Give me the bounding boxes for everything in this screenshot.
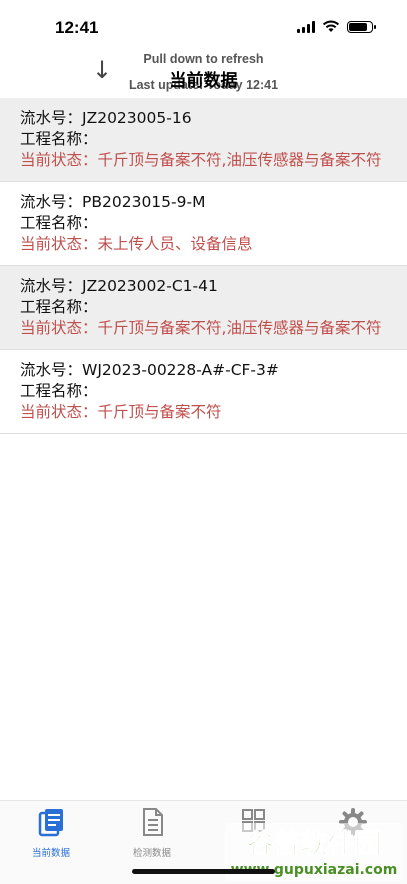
- refresh-hint: Pull down to refresh: [143, 52, 264, 66]
- status-label: 当前状态：: [20, 235, 98, 253]
- status-value: 千斤顶与备案不符: [97, 403, 222, 421]
- serial-label: 流水号：: [20, 193, 83, 211]
- serial-label: 流水号：: [20, 277, 83, 295]
- project-label: 工程名称：: [20, 130, 98, 148]
- status-icons: [297, 20, 376, 33]
- tab-label: 当前数据: [31, 848, 70, 859]
- document-icon: [143, 808, 163, 836]
- list-item[interactable]: 流水号：JZ2023005-16 工程名称： 当前状态：千斤顶与备案不符,油压传…: [0, 98, 407, 182]
- status-label: 当前状态：: [20, 319, 98, 337]
- status-time: 12:41: [55, 18, 99, 37]
- status-value: 千斤顶与备案不符,油压传感器与备案不符: [97, 151, 382, 169]
- project-label: 工程名称：: [20, 298, 98, 316]
- status-label: 当前状态：: [20, 403, 98, 421]
- serial-label: 流水号：: [20, 109, 83, 127]
- battery-icon: [347, 20, 376, 33]
- serial-value: JZ2023005-16: [82, 109, 192, 127]
- serial-value: WJ2023-00228-A#-CF-3#: [82, 361, 279, 379]
- wifi-icon: [322, 20, 340, 32]
- cellular-signal-icon: [297, 20, 315, 33]
- serial-value: PB2023015-9-M: [82, 193, 206, 211]
- tab-detection-data[interactable]: 检测数据: [117, 807, 187, 859]
- list-item[interactable]: 流水号：PB2023015-9-M 工程名称： 当前状态：未上传人员、设备信息: [0, 182, 407, 266]
- serial-label: 流水号：: [20, 361, 83, 379]
- list-document-icon: [38, 809, 63, 837]
- status-label: 当前状态：: [20, 151, 98, 169]
- page-title: 当前数据: [169, 71, 238, 91]
- tab-label: 检测数据: [132, 848, 171, 859]
- watermark-title: 谷普软件园: [247, 828, 382, 860]
- status-value: 未上传人员、设备信息: [97, 235, 253, 253]
- home-indicator[interactable]: [132, 869, 275, 874]
- project-label: 工程名称：: [20, 382, 98, 400]
- serial-value: JZ2023002-C1-41: [82, 277, 218, 295]
- tab-current-data[interactable]: 当前数据: [16, 807, 86, 859]
- record-list[interactable]: 流水号：JZ2023005-16 工程名称： 当前状态：千斤顶与备案不符,油压传…: [0, 98, 407, 434]
- status-bar: 12:41: [0, 0, 407, 54]
- list-item[interactable]: 流水号：JZ2023002-C1-41 工程名称： 当前状态：千斤顶与备案不符,…: [0, 266, 407, 350]
- project-label: 工程名称：: [20, 214, 98, 232]
- list-item[interactable]: 流水号：WJ2023-00228-A#-CF-3# 工程名称： 当前状态：千斤顶…: [0, 350, 407, 434]
- status-value: 千斤顶与备案不符,油压传感器与备案不符: [97, 319, 382, 337]
